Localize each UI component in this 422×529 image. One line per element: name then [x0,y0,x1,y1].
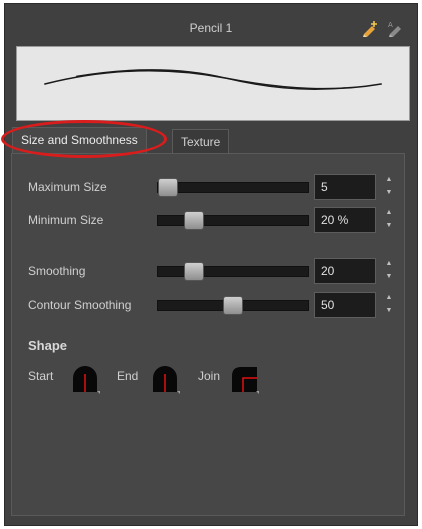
maximum-size-field[interactable]: 5 [314,174,376,200]
smoothing-slider[interactable] [157,262,309,281]
join-label: Join [198,369,221,383]
tab-size-and-smoothness[interactable]: Size and Smoothness [12,127,147,153]
smoothing-field[interactable]: 20 [314,258,376,284]
start-label: Start [28,369,54,383]
smoothing-label: Smoothing [28,264,86,278]
contour-smoothing-slider[interactable] [157,296,309,315]
join-shape-button[interactable] [229,364,259,394]
spin-down-icon[interactable]: ▼ [384,271,394,283]
panel-header: Pencil 1 A [5,4,417,44]
contour-smoothing-spinner[interactable]: ▲ ▼ [384,292,394,318]
stroke-preview [16,46,410,121]
minimum-size-row: Minimum Size 20 % ▲ ▼ [12,207,404,235]
spin-up-icon[interactable]: ▲ [384,174,394,186]
minimum-size-spinner[interactable]: ▲ ▼ [384,207,394,233]
shape-section-title: Shape [28,338,68,353]
maximum-size-slider[interactable] [157,178,309,197]
smoothing-spinner[interactable]: ▲ ▼ [384,258,394,284]
maximum-size-label: Maximum Size [28,180,107,194]
minimum-size-label: Minimum Size [28,213,104,227]
minimum-size-slider[interactable] [157,211,309,230]
end-shape-button[interactable] [150,364,180,394]
end-label: End [117,369,139,383]
spin-up-icon[interactable]: ▲ [384,207,394,219]
spin-up-icon[interactable]: ▲ [384,258,394,270]
maximum-size-spinner[interactable]: ▲ ▼ [384,174,394,200]
smoothing-row: Smoothing 20 ▲ ▼ [12,258,404,286]
spin-down-icon[interactable]: ▼ [384,220,394,232]
round-cap-icon [73,366,100,394]
round-join-icon [232,367,259,394]
shape-row: Start End Join [12,364,404,394]
tab-bar: Size and Smoothness Texture [10,125,410,153]
minimum-size-slider-handle[interactable] [184,211,204,230]
contour-smoothing-slider-handle[interactable] [223,296,243,315]
rename-preset-icon[interactable]: A [385,20,405,38]
maximum-size-slider-handle[interactable] [158,178,178,197]
preset-title: Pencil 1 [189,21,233,35]
spin-up-icon[interactable]: ▲ [384,292,394,304]
svg-text:A: A [388,21,393,29]
start-shape-button[interactable] [70,364,100,394]
contour-smoothing-label: Contour Smoothing [28,298,132,312]
contour-smoothing-row: Contour Smoothing 50 ▲ ▼ [12,292,404,320]
smoothing-slider-handle[interactable] [184,262,204,281]
spin-down-icon[interactable]: ▼ [384,305,394,317]
contour-smoothing-field[interactable]: 50 [314,292,376,318]
new-preset-icon[interactable] [360,20,380,38]
round-cap-icon [153,366,180,394]
tab-texture[interactable]: Texture [172,129,230,153]
size-and-smoothness-pane: Maximum Size 5 ▲ ▼ Minimum Size 20 % ▲ ▼… [11,153,405,516]
minimum-size-field[interactable]: 20 % [314,207,376,233]
maximum-size-row: Maximum Size 5 ▲ ▼ [12,174,404,202]
spin-down-icon[interactable]: ▼ [384,187,394,199]
